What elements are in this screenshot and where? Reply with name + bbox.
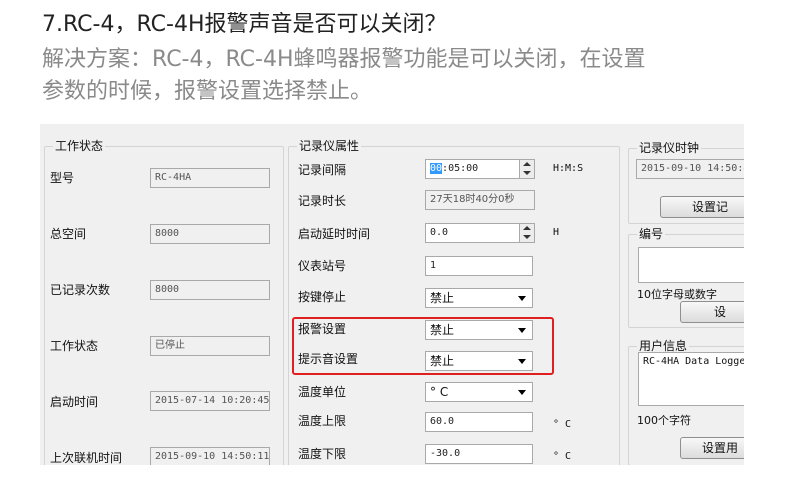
model-field: RC-4HA xyxy=(150,168,270,188)
interval-unit: H:M:S xyxy=(553,163,584,174)
recorded-count-label: 已记录次数 xyxy=(50,283,111,297)
last-connect-field: 2015-09-10 14:50:11 xyxy=(150,447,270,465)
start-delay-value: 0.0 xyxy=(430,227,449,238)
number-input[interactable] xyxy=(638,247,744,283)
solution-text: 解决方案：RC-4，RC-4H蜂鸣器报警功能是可以关闭，在设置 参数的时候，报警… xyxy=(42,44,772,108)
interval-rest-text: :05:00 xyxy=(442,163,479,174)
duration-field: 27天18时40分0秒 xyxy=(425,190,535,210)
properties-panel-title: 记录仪属性 xyxy=(297,139,362,153)
recorded-count-field: 8000 xyxy=(150,280,270,300)
temp-upper-input[interactable]: 60.0 xyxy=(425,412,533,432)
interval-selected-text: 00 xyxy=(430,163,443,174)
temp-upper-label: 温度上限 xyxy=(298,414,347,428)
user-info-hint: 100个字符 xyxy=(637,414,691,427)
set-number-button[interactable]: 设 xyxy=(680,301,744,323)
total-space-label: 总空间 xyxy=(50,227,87,241)
highlight-box xyxy=(292,317,554,375)
app-screenshot: 工作状态 型号 RC-4HA 总空间 8000 已记录次数 8000 工作状态 … xyxy=(40,124,744,465)
chevron-down-icon xyxy=(518,296,526,301)
temp-unit-value: ° C xyxy=(430,385,449,399)
set-clock-button[interactable]: 设置记 xyxy=(660,196,744,218)
interval-spinner[interactable] xyxy=(519,160,534,178)
key-stop-label: 按键停止 xyxy=(298,290,347,304)
start-delay-input[interactable]: 0.0 xyxy=(425,223,535,243)
temp-unit-select[interactable]: ° C xyxy=(425,382,533,402)
start-delay-label: 启动延时时间 xyxy=(298,227,371,241)
clock-field: 2015-09-10 14:50:42 xyxy=(636,159,744,179)
spin-up-icon[interactable] xyxy=(523,226,531,230)
spin-down-icon[interactable] xyxy=(523,235,531,239)
solution-line-2: 参数的时候，报警设置选择禁止。 xyxy=(42,79,373,104)
number-hint: 10位字母或数字 xyxy=(637,288,717,301)
temp-lower-label: 温度下限 xyxy=(298,447,347,461)
status-panel-title: 工作状态 xyxy=(53,139,106,153)
spin-up-icon[interactable] xyxy=(523,162,531,166)
user-info-panel-title: 用户信息 xyxy=(637,339,690,353)
model-label: 型号 xyxy=(50,171,75,185)
number-panel-title: 编号 xyxy=(637,227,666,241)
user-info-input[interactable]: RC-4HA Data Logger xyxy=(638,352,744,406)
key-stop-value: 禁止 xyxy=(430,291,455,305)
work-status-field: 已停止 xyxy=(150,336,270,356)
temp-lower-input[interactable]: -30.0 xyxy=(425,444,533,464)
work-status-label: 工作状态 xyxy=(50,339,99,353)
set-user-info-button[interactable]: 设置用 xyxy=(680,437,744,459)
start-time-label: 启动时间 xyxy=(50,395,99,409)
total-space-field: 8000 xyxy=(150,224,270,244)
start-time-field: 2015-07-14 10:20:45 xyxy=(150,391,270,411)
duration-label: 记录时长 xyxy=(298,194,347,208)
temp-lower-unit: ° C xyxy=(553,451,572,462)
interval-label: 记录间隔 xyxy=(298,163,347,177)
start-delay-unit: H xyxy=(553,227,560,238)
clock-panel-title: 记录仪时钟 xyxy=(637,141,702,155)
delay-spinner[interactable] xyxy=(519,224,534,242)
last-connect-label: 上次联机时间 xyxy=(50,451,123,465)
station-label: 仪表站号 xyxy=(298,259,347,273)
solution-line-1: 解决方案：RC-4，RC-4H蜂鸣器报警功能是可以关闭，在设置 xyxy=(42,47,646,72)
key-stop-select[interactable]: 禁止 xyxy=(425,288,533,308)
chevron-down-icon xyxy=(518,390,526,395)
station-input[interactable]: 1 xyxy=(425,256,533,276)
temp-unit-label: 温度单位 xyxy=(298,385,347,399)
temp-upper-unit: ° C xyxy=(553,419,572,430)
question-title: 7.RC-4，RC-4H报警声音是否可以关闭？ xyxy=(42,12,447,37)
status-panel: 工作状态 xyxy=(44,139,284,465)
interval-input[interactable]: 00:05:00 xyxy=(425,159,535,179)
spin-down-icon[interactable] xyxy=(523,171,531,175)
